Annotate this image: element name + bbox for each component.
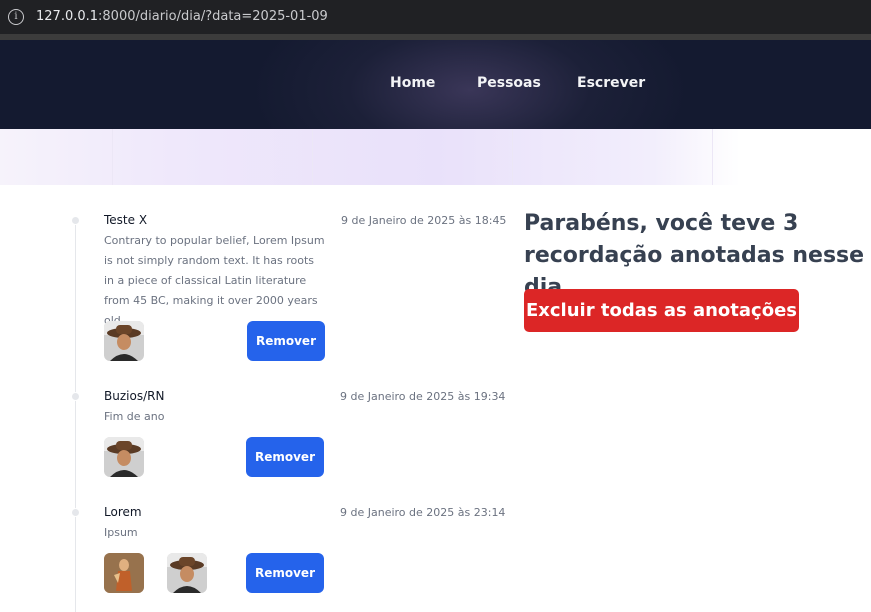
timeline-dot <box>71 392 80 401</box>
entry-text: Ipsum <box>104 526 138 539</box>
band-divider <box>112 129 113 185</box>
url-path: :8000/diario/dia/?data=2025-01-09 <box>98 9 328 24</box>
hero-band <box>0 129 871 185</box>
entry-text: Contrary to popular belief, Lorem Ipsum … <box>104 234 325 327</box>
entry-date: 9 de Janeiro de 2025 às 19:34 <box>340 390 506 403</box>
timeline-line <box>75 220 76 612</box>
delete-all-button[interactable]: Excluir todas as anotações <box>524 289 799 332</box>
remove-button[interactable]: Remover <box>247 321 325 361</box>
url-text[interactable]: 127.0.0.1:8000/diario/dia/?data=2025-01-… <box>36 9 328 24</box>
nav-link-pessoas[interactable]: Pessoas <box>477 75 541 91</box>
nav-link-escrever[interactable]: Escrever <box>577 75 645 91</box>
entry-date: 9 de Janeiro de 2025 às 23:14 <box>340 506 506 519</box>
remove-button[interactable]: Remover <box>246 553 324 593</box>
remove-button[interactable]: Remover <box>246 437 324 477</box>
entry-date: 9 de Janeiro de 2025 às 18:45 <box>341 214 507 227</box>
figure-photo[interactable] <box>104 553 144 593</box>
browser-address-bar[interactable]: i 127.0.0.1:8000/diario/dia/?data=2025-0… <box>0 0 871 34</box>
person-photo[interactable] <box>104 321 144 361</box>
entry-title: Teste X <box>104 213 148 227</box>
site-header: Home Pessoas Escrever <box>0 40 871 129</box>
person-photo[interactable] <box>167 553 207 593</box>
timeline-dot <box>71 508 80 517</box>
band-divider <box>512 129 513 185</box>
entry-text: Fim de ano <box>104 410 165 423</box>
url-host: 127.0.0.1 <box>36 9 99 24</box>
info-icon[interactable]: i <box>8 9 24 25</box>
person-photo[interactable] <box>104 437 144 477</box>
entry-title: Buzios/RN <box>104 389 165 403</box>
timeline-dot <box>71 216 80 225</box>
band-divider <box>312 129 313 185</box>
entry-title: Lorem <box>104 505 142 519</box>
band-divider <box>712 129 713 185</box>
nav-link-home[interactable]: Home <box>390 75 435 91</box>
